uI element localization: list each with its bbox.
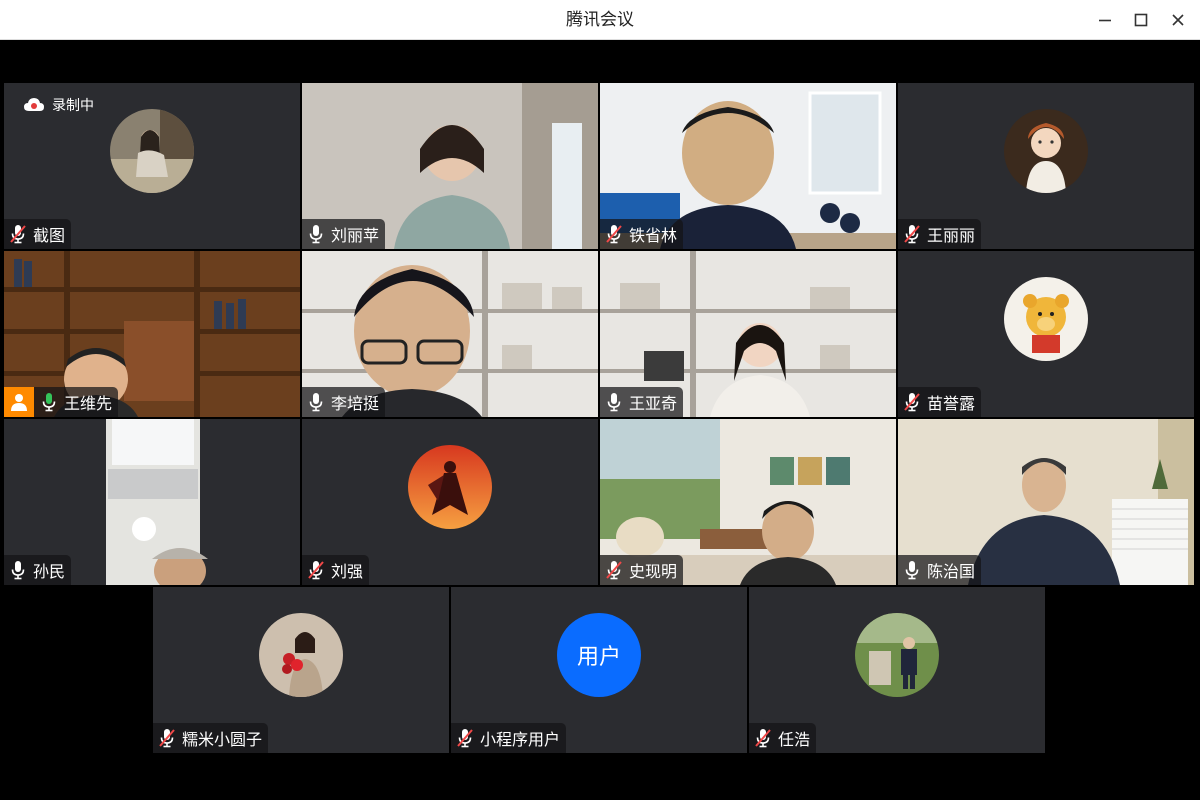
- participant-avatar: [408, 445, 492, 529]
- participant-tile[interactable]: 用户小程序用户: [451, 587, 747, 753]
- close-button[interactable]: [1166, 8, 1190, 32]
- recording-indicator: 录制中: [24, 95, 94, 115]
- participant-tile[interactable]: 王丽丽: [898, 83, 1194, 249]
- participant-name: 铁省林: [629, 226, 678, 245]
- participant-tile[interactable]: 李培挺: [302, 251, 598, 417]
- participant-tile[interactable]: 任浩: [749, 587, 1045, 753]
- participant-name: 苗誉露: [927, 394, 976, 413]
- participant-name-bar: 王亚奇: [600, 387, 684, 417]
- participant-name: 刘丽苹: [331, 226, 380, 245]
- mic-muted-icon: [753, 727, 773, 749]
- participant-name: 刘强: [331, 562, 364, 581]
- participant-avatar: [855, 613, 939, 697]
- mic-muted-icon: [157, 727, 177, 749]
- participant-name-bar: 刘强: [302, 555, 370, 585]
- recording-label: 录制中: [52, 98, 94, 114]
- participant-tile[interactable]: 王亚奇: [600, 251, 896, 417]
- participant-tile[interactable]: 铁省林: [600, 83, 896, 249]
- participant-tile[interactable]: 孙民: [4, 419, 300, 585]
- maximize-button[interactable]: [1129, 8, 1153, 32]
- participant-avatar: [259, 613, 343, 697]
- participant-name: 王亚奇: [629, 394, 678, 413]
- microphone-icon: [39, 391, 59, 413]
- participant-name-bar: 史现明: [600, 555, 684, 585]
- participant-avatar: [1004, 277, 1088, 361]
- participant-name: 任浩: [778, 730, 811, 749]
- participant-name: 孙民: [33, 562, 66, 581]
- participant-name: 陈治国: [927, 562, 976, 581]
- participant-tile[interactable]: 录制中截图: [4, 83, 300, 249]
- close-icon: [1172, 14, 1184, 26]
- participant-avatar: [1004, 109, 1088, 193]
- mic-muted-icon: [8, 223, 28, 245]
- host-badge: [4, 387, 34, 417]
- participant-tile[interactable]: 刘丽苹: [302, 83, 598, 249]
- maximize-icon: [1134, 13, 1148, 27]
- participant-name-bar: 小程序用户: [451, 723, 567, 753]
- title-bar: 腾讯会议: [0, 0, 1200, 40]
- participant-name-bar: 陈治国: [898, 555, 982, 585]
- mic-muted-icon: [604, 223, 624, 245]
- minimize-button[interactable]: [1093, 8, 1117, 32]
- participant-name-bar: 王丽丽: [898, 219, 982, 249]
- participant-tile[interactable]: 王维先: [4, 251, 300, 417]
- minimize-icon: [1099, 19, 1111, 22]
- window-title: 腾讯会议: [566, 10, 634, 30]
- cloud-recording-icon: [24, 98, 44, 111]
- participant-tile[interactable]: 陈治国: [898, 419, 1194, 585]
- participant-name-bar: 截图: [4, 219, 72, 249]
- microphone-icon: [306, 223, 326, 245]
- participant-name: 王维先: [64, 394, 113, 413]
- mic-muted-icon: [306, 559, 326, 581]
- participant-name: 史现明: [629, 562, 678, 581]
- participant-name: 王丽丽: [927, 226, 976, 245]
- participant-tile[interactable]: 苗誉露: [898, 251, 1194, 417]
- microphone-icon: [8, 559, 28, 581]
- microphone-icon: [902, 559, 922, 581]
- mic-muted-icon: [902, 223, 922, 245]
- microphone-icon: [306, 391, 326, 413]
- participant-name-bar: 孙民: [4, 555, 72, 585]
- participant-tile[interactable]: 糯米小圆子: [153, 587, 449, 753]
- participant-name-bar: 糯米小圆子: [153, 723, 269, 753]
- mic-muted-icon: [604, 559, 624, 581]
- participant-name: 李培挺: [331, 394, 380, 413]
- participant-tile[interactable]: 史现明: [600, 419, 896, 585]
- participant-name-bar: 铁省林: [600, 219, 684, 249]
- participant-name-bar: 刘丽苹: [302, 219, 386, 249]
- participant-name-bar: 任浩: [749, 723, 817, 753]
- participant-tile[interactable]: 刘强: [302, 419, 598, 585]
- video-gallery: 录制中 截图 刘丽苹 铁省林 王丽丽 王维先 李培挺 王亚奇 苗誉露 孙民 刘强 史现明 陈治国 糯米小圆…: [4, 40, 1196, 796]
- mic-muted-icon: [455, 727, 475, 749]
- participant-avatar: 用户: [557, 613, 641, 697]
- participant-name: 糯米小圆子: [182, 730, 263, 749]
- participant-name-bar: 苗誉露: [898, 387, 982, 417]
- user-icon: [11, 394, 27, 411]
- participant-name: 小程序用户: [480, 730, 561, 749]
- participant-avatar: [110, 109, 194, 193]
- participant-name-bar: 王维先: [4, 387, 119, 417]
- participant-name: 截图: [33, 226, 66, 245]
- participant-name-bar: 李培挺: [302, 387, 386, 417]
- mic-muted-icon: [902, 391, 922, 413]
- microphone-icon: [604, 391, 624, 413]
